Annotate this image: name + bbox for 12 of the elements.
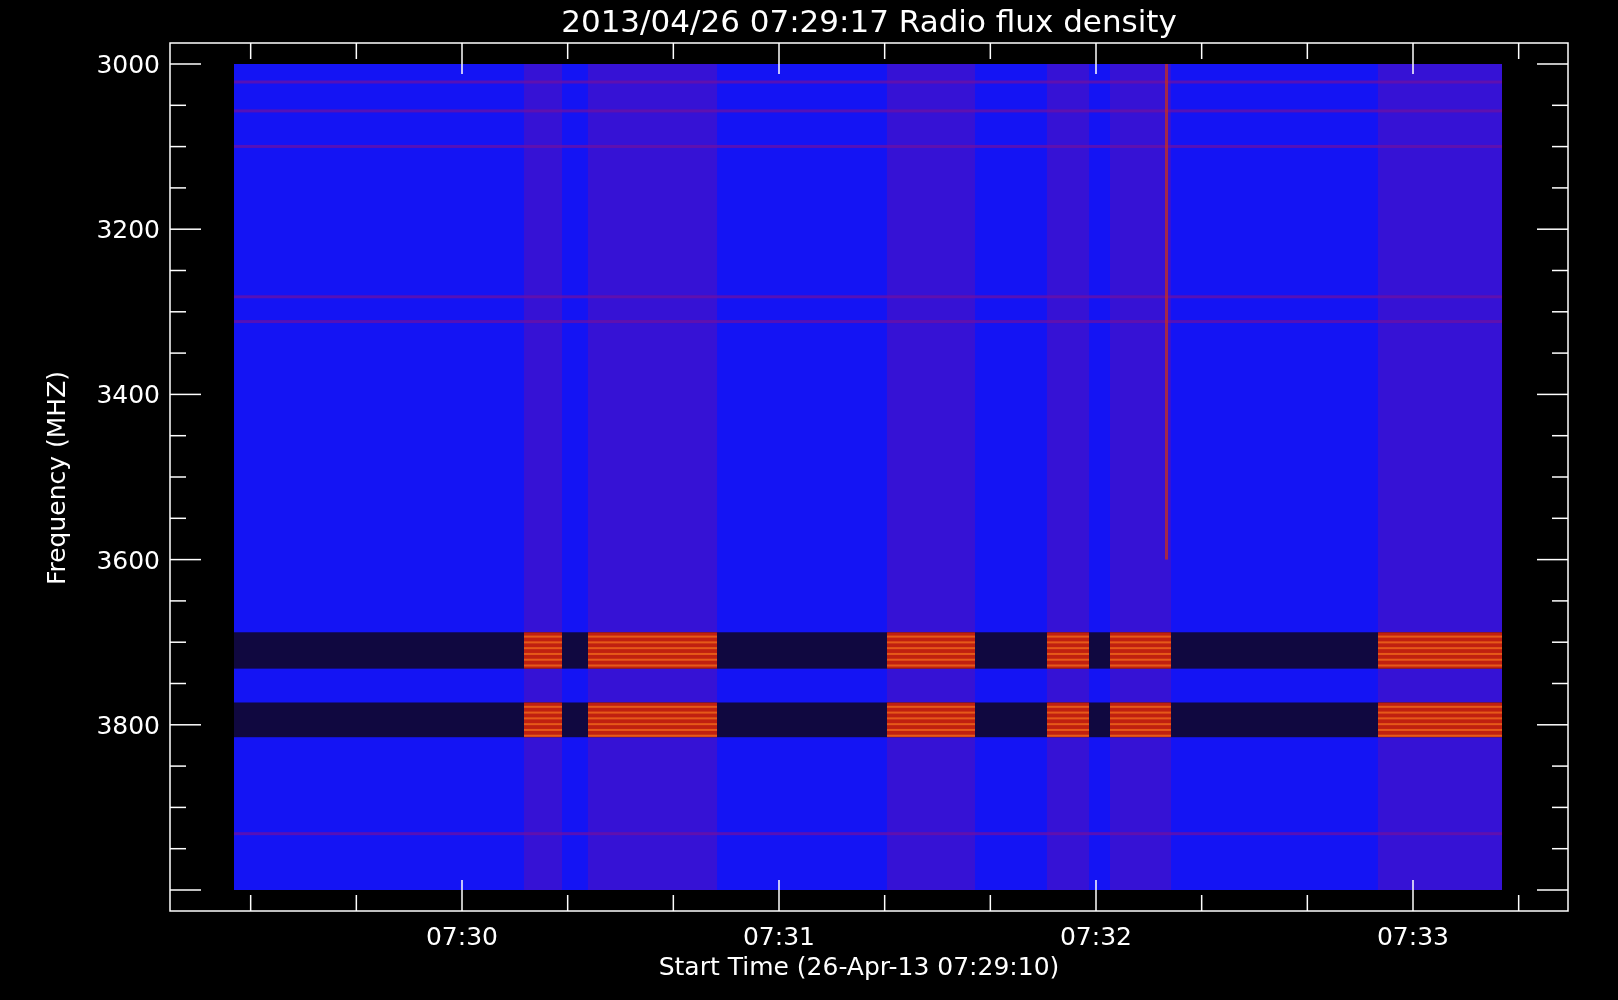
y-axis-label: Frequency (MHZ) bbox=[42, 370, 71, 586]
y-tick-label: 3400 bbox=[96, 380, 160, 410]
x-tick-label: 07:30 bbox=[426, 922, 498, 951]
y-tick-label: 3600 bbox=[96, 545, 160, 575]
y-tick-label: 3200 bbox=[96, 215, 160, 245]
x-tick-label: 07:33 bbox=[1377, 922, 1449, 951]
x-tick-label: 07:31 bbox=[743, 922, 815, 951]
chart-title: 2013/04/26 07:29:17 Radio flux density bbox=[561, 3, 1177, 39]
y-tick-label: 3000 bbox=[96, 50, 160, 79]
x-axis-label: Start Time (26-Apr-13 07:29:10) bbox=[658, 952, 1060, 981]
x-tick-label: 07:32 bbox=[1060, 922, 1132, 951]
y-tick-label: 3800 bbox=[96, 710, 160, 740]
